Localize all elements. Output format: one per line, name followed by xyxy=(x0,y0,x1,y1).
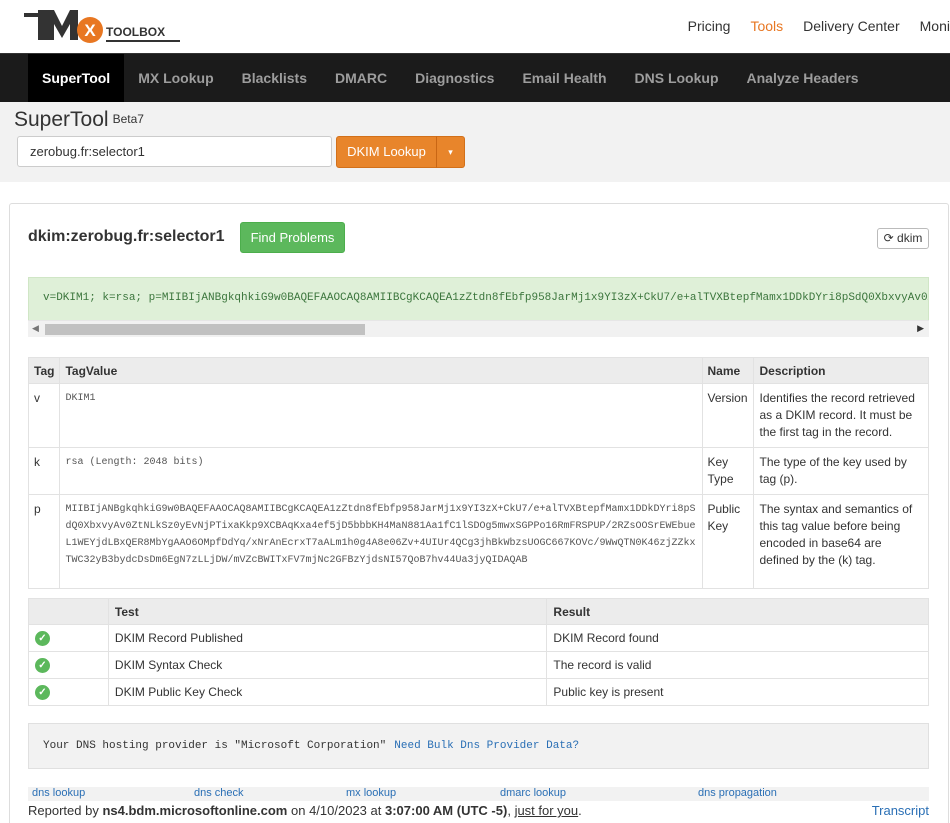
topnav-monitoring[interactable]: Moni xyxy=(920,18,950,34)
tagvalue-cell: DKIM1 xyxy=(59,383,703,448)
scrollbar-thumb[interactable] xyxy=(45,324,365,335)
reported-by-line: Reported by ns4.bdm.microsoftonline.com … xyxy=(28,803,582,818)
scroll-right-arrow-icon[interactable]: ▶ xyxy=(917,323,924,334)
table-row: ✓ DKIM Syntax Check The record is valid xyxy=(28,651,929,679)
top-header: X TOOLBOX Pricing Tools Delivery Center … xyxy=(0,0,950,53)
check-circle-icon: ✓ xyxy=(35,658,50,673)
result-cell: The record is valid xyxy=(546,651,929,679)
tag-cell: k xyxy=(27,447,61,495)
beta-label: Beta7 xyxy=(112,112,144,126)
nav-dns-lookup[interactable]: DNS Lookup xyxy=(621,54,733,103)
dkim-record-text: v=DKIM1; k=rsa; p=MIIBIjANBgkqhkiG9w0BAQ… xyxy=(43,292,929,304)
top-nav: Pricing Tools Delivery Center Moni xyxy=(668,18,950,34)
topnav-delivery-center[interactable]: Delivery Center xyxy=(803,18,899,34)
description-cell: Identifies the record retrieved as a DKI… xyxy=(753,383,929,448)
test-cell: DKIM Record Published xyxy=(107,624,548,652)
refresh-icon: ⟳ xyxy=(883,231,894,245)
col-tag: Tag xyxy=(27,357,61,384)
tagvalue-cell: rsa (Length: 2048 bits) xyxy=(59,447,703,495)
related-links-bar: dns lookup dns check mx lookup dmarc loo… xyxy=(28,787,929,801)
svg-text:X: X xyxy=(84,21,96,40)
topnav-pricing[interactable]: Pricing xyxy=(688,18,731,34)
link-dmarc-lookup[interactable]: dmarc lookup xyxy=(500,787,566,799)
check-circle-icon: ✓ xyxy=(35,685,50,700)
bulk-dns-provider-link[interactable]: Need Bulk Dns Provider Data? xyxy=(394,740,579,752)
find-problems-button[interactable]: Find Problems xyxy=(240,222,345,253)
mxtoolbox-logo[interactable]: X TOOLBOX xyxy=(24,8,184,48)
report-time: 3:07:00 AM (UTC -5) xyxy=(384,803,508,818)
svg-text:TOOLBOX: TOOLBOX xyxy=(106,25,165,39)
dns-provider-text: Your DNS hosting provider is "Microsoft … xyxy=(43,740,387,752)
result-title: dkim:zerobug.fr:selector1 xyxy=(28,228,225,245)
table-row: k rsa (Length: 2048 bits) Key Type The t… xyxy=(27,447,929,495)
supertool-title: SuperTool Beta7 xyxy=(14,108,144,131)
dns-provider-box: Your DNS hosting provider is "Microsoft … xyxy=(28,723,929,769)
table-row: v DKIM1 Version Identifies the record re… xyxy=(27,383,929,448)
table-row: ✓ DKIM Public Key Check Public key is pr… xyxy=(28,678,929,706)
nav-diagnostics[interactable]: Diagnostics xyxy=(401,54,508,103)
col-test: Test xyxy=(107,598,548,625)
link-dns-check[interactable]: dns check xyxy=(194,787,244,799)
name-cell: Key Type xyxy=(701,447,755,495)
col-name: Name xyxy=(701,357,755,384)
lookup-dropdown-caret-icon[interactable]: ▾ xyxy=(436,136,465,168)
nav-analyze-headers[interactable]: Analyze Headers xyxy=(733,54,873,103)
name-cell: Public Key xyxy=(701,494,755,589)
table-row: p MIIBIjANBgkqhkiG9w0BAQEFAAOCAQ8AMIIBCg… xyxy=(27,494,929,589)
tagvalue-cell: MIIBIjANBgkqhkiG9w0BAQEFAAOCAQ8AMIIBCgKC… xyxy=(59,494,703,589)
refresh-dkim-button[interactable]: ⟳ dkim xyxy=(877,228,929,249)
tag-table: Tag TagValue Name Description v DKIM1 Ve… xyxy=(27,357,929,589)
col-tagvalue: TagValue xyxy=(59,357,703,384)
nav-blacklists[interactable]: Blacklists xyxy=(228,54,321,103)
description-cell: The syntax and semantics of this tag val… xyxy=(753,494,929,589)
nav-mx-lookup[interactable]: MX Lookup xyxy=(124,54,227,103)
test-cell: DKIM Public Key Check xyxy=(107,678,548,706)
just-for-you-link[interactable]: just for you xyxy=(515,803,579,818)
link-dns-propagation[interactable]: dns propagation xyxy=(698,787,777,799)
nav-dmarc[interactable]: DMARC xyxy=(321,54,401,103)
nav-supertool[interactable]: SuperTool xyxy=(28,54,125,103)
dkim-lookup-button[interactable]: DKIM Lookup xyxy=(336,136,437,168)
result-cell: Public key is present xyxy=(546,678,929,706)
check-circle-icon: ✓ xyxy=(35,631,50,646)
reporting-server: ns4.bdm.microsoftonline.com xyxy=(102,803,288,818)
result-cell: DKIM Record found xyxy=(546,624,929,652)
col-result: Result xyxy=(546,598,929,625)
topnav-tools[interactable]: Tools xyxy=(750,18,783,34)
nav-email-health[interactable]: Email Health xyxy=(508,54,620,103)
record-horizontal-scrollbar[interactable]: ◀ ▶ xyxy=(28,320,929,337)
col-status xyxy=(28,598,109,625)
test-results-table: Test Result ✓ DKIM Record Published DKIM… xyxy=(28,598,929,706)
col-description: Description xyxy=(753,357,929,384)
transcript-link[interactable]: Transcript xyxy=(872,803,929,818)
tag-cell: p xyxy=(27,494,61,589)
tag-cell: v xyxy=(27,383,61,448)
table-row: ✓ DKIM Record Published DKIM Record foun… xyxy=(28,624,929,652)
link-mx-lookup[interactable]: mx lookup xyxy=(346,787,396,799)
link-dns-lookup[interactable]: dns lookup xyxy=(32,787,85,799)
scroll-left-arrow-icon[interactable]: ◀ xyxy=(32,323,39,334)
description-cell: The type of the key used by tag (p). xyxy=(753,447,929,495)
name-cell: Version xyxy=(701,383,755,448)
supertool-bar: SuperToolBeta7 DKIM Lookup ▾ xyxy=(0,102,950,182)
supertool-input[interactable] xyxy=(17,136,332,167)
main-navbar: SuperTool MX Lookup Blacklists DMARC Dia… xyxy=(0,53,950,103)
test-cell: DKIM Syntax Check xyxy=(107,651,548,679)
